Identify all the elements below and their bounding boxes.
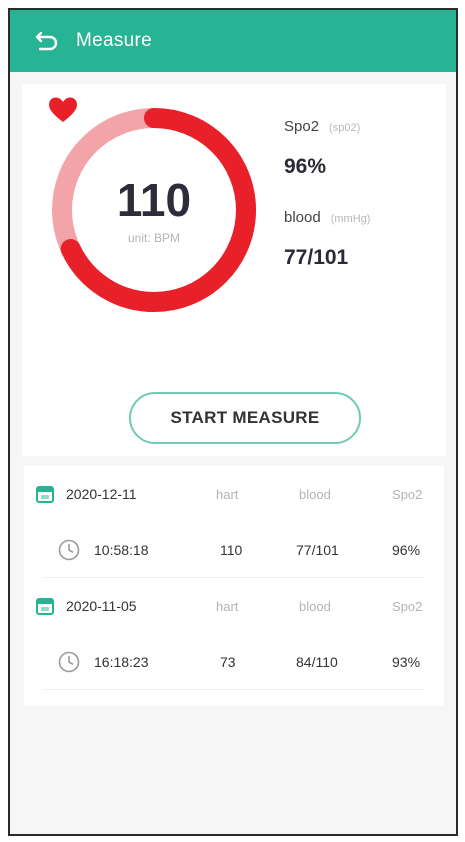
record-date-row: 2020-12-11 hart blood Spo2 — [24, 466, 444, 522]
calendar-icon — [36, 598, 54, 615]
blood-column-header: blood — [299, 598, 331, 614]
spo2-stat: Spo2 (sp02) 96% — [284, 118, 434, 179]
record-row[interactable]: 10:58:18 110 77/101 96% — [44, 522, 424, 578]
calendar-icon — [36, 486, 54, 503]
spo2-unit: (sp02) — [329, 122, 361, 134]
page-title: Measure — [76, 30, 153, 51]
record-hr: 73 — [220, 653, 236, 670]
measure-card: 110 unit: BPM Spo2 (sp02) 96% blood (mmH… — [22, 84, 446, 456]
back-button[interactable] — [34, 28, 60, 54]
spo2-value: 96% — [284, 155, 327, 178]
app-frame: Measure 110 unit: BPM Spo2 (sp02) 96% bl… — [8, 8, 458, 836]
hr-column-header: hart — [216, 486, 239, 502]
record-hr: 110 — [220, 541, 243, 558]
heart-rate-value: 110 — [116, 174, 192, 226]
record-time: 10:58:18 — [94, 541, 149, 558]
heart-rate-unit: unit: BPM — [127, 231, 181, 245]
record-date: 2020-11-05 — [66, 598, 137, 614]
clock-icon — [58, 539, 80, 560]
blood-value: 77/101 — [284, 246, 349, 269]
records-list: 2020-12-11 hart blood Spo2 10:58:18 110 … — [24, 466, 444, 706]
record-blood: 84/110 — [296, 653, 338, 670]
blood-stat: blood (mmHg) 77/101 — [284, 209, 434, 270]
app-header: Measure — [10, 10, 456, 72]
spo2-column-header: Spo2 — [392, 598, 423, 614]
heart-icon — [49, 97, 77, 122]
blood-column-header: blood — [299, 486, 331, 502]
spo2-label: Spo2 — [284, 118, 320, 135]
stats-panel: Spo2 (sp02) 96% blood (mmHg) 77/101 — [284, 118, 434, 270]
blood-unit: (mmHg) — [330, 213, 371, 225]
record-time: 16:18:23 — [94, 653, 149, 670]
record-row[interactable]: 16:18:23 73 84/110 93% — [44, 634, 424, 690]
blood-label: blood — [284, 209, 321, 226]
back-arrow-icon — [35, 31, 58, 51]
record-spo2: 93% — [392, 653, 421, 670]
heart-rate-gauge: 110 unit: BPM — [48, 97, 260, 316]
record-spo2: 96% — [392, 541, 421, 558]
hr-column-header: hart — [216, 598, 239, 614]
record-date: 2020-12-11 — [66, 486, 137, 502]
start-measure-button[interactable]: START MEASURE — [129, 392, 361, 444]
record-blood: 77/101 — [296, 541, 339, 558]
record-date-row: 2020-11-05 hart blood Spo2 — [24, 578, 444, 634]
spo2-column-header: Spo2 — [392, 486, 423, 502]
gauge-center: 110 unit: BPM — [48, 97, 260, 316]
clock-icon — [58, 651, 80, 672]
